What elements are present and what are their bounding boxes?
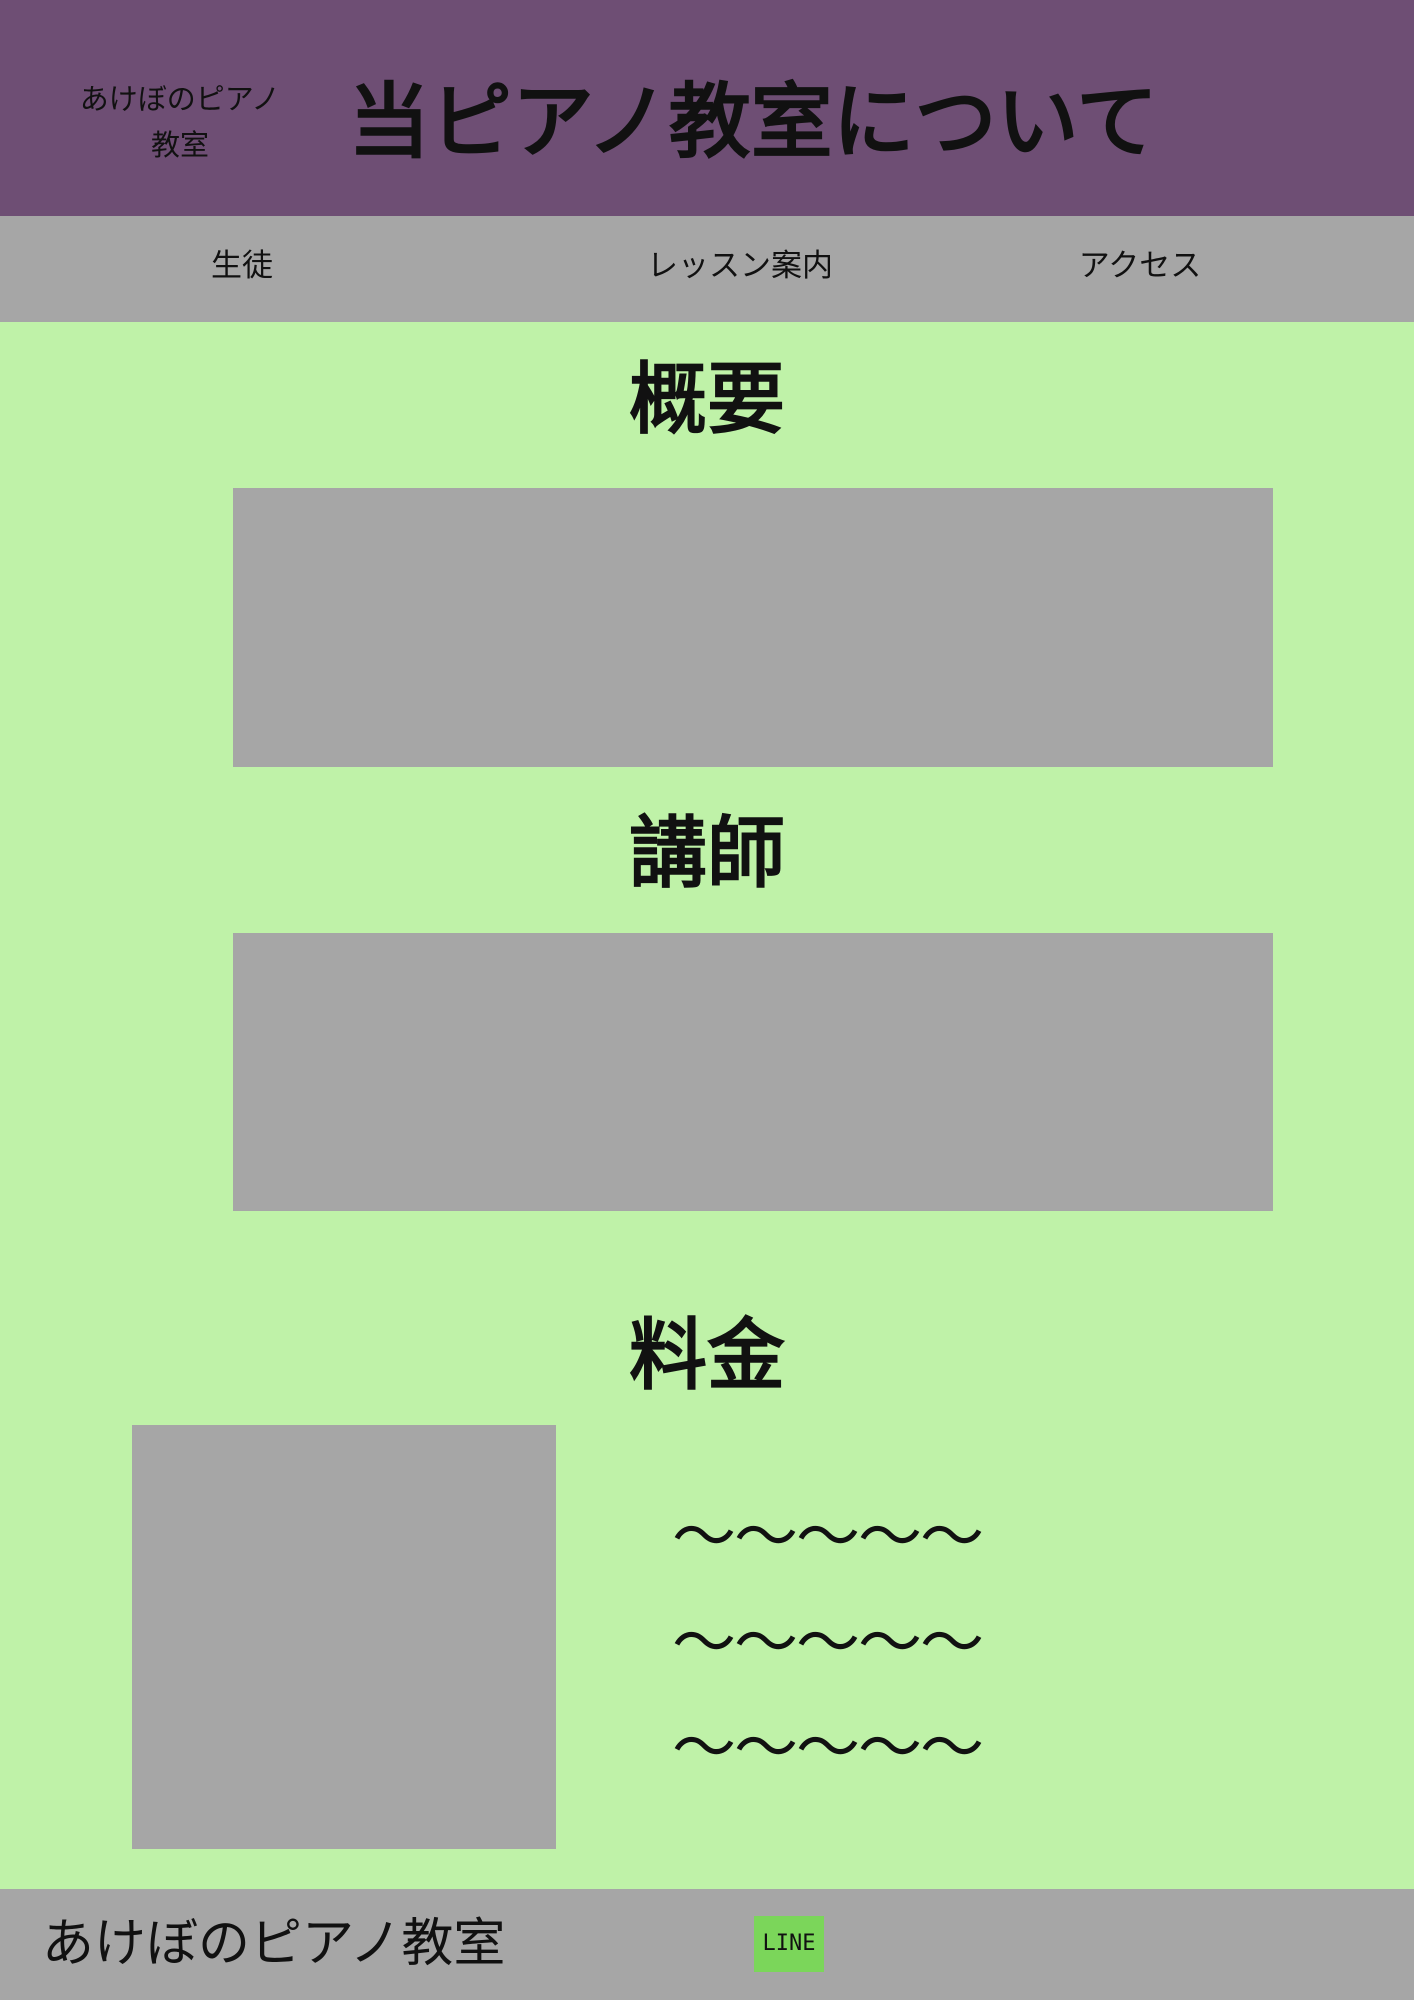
fee-line: 〜〜〜〜〜 [672,1607,984,1681]
nav-item-students[interactable]: 生徒 [142,216,342,322]
nav-item-access[interactable]: アクセス [1040,216,1240,322]
fees-image-placeholder [132,1425,556,1849]
logo-line-2: 教室 [150,128,209,162]
overview-image-placeholder [233,488,1273,767]
main-nav: 生徒 レッスン案内 アクセス [0,216,1414,322]
instructor-heading: 講師 [628,808,785,899]
fees-heading: 料金 [628,1310,785,1401]
footer-site-name: あけぼのピアノ教室 [42,1914,506,1974]
line-button[interactable]: LINE [754,1916,824,1972]
site-logo[interactable]: あけぼのピアノ 教室 [50,76,310,168]
overview-heading: 概要 [628,354,785,445]
nav-item-lessons[interactable]: レッスン案内 [600,216,880,322]
site-footer: あけぼのピアノ教室 LINE [0,1889,1414,2000]
fee-line: 〜〜〜〜〜 [672,1501,984,1575]
instructor-image-placeholder [233,933,1273,1211]
page-title: 当ピアノ教室について [348,74,1159,170]
site-header: あけぼのピアノ 教室 当ピアノ教室について [0,0,1414,216]
fee-line: 〜〜〜〜〜 [672,1712,984,1786]
logo-line-1: あけぼのピアノ [79,82,281,116]
